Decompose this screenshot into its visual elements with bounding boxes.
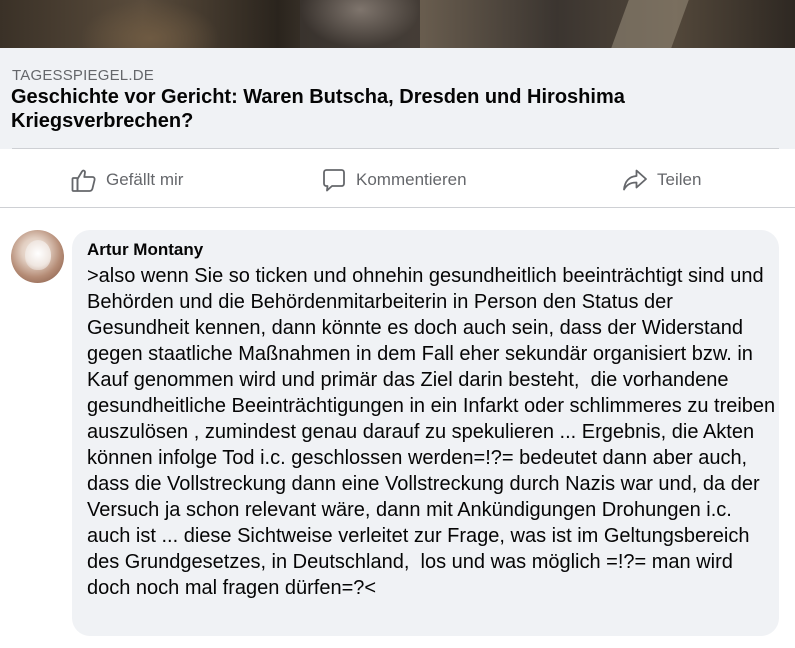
comment-button[interactable]: Kommentieren xyxy=(320,165,467,195)
comment-label: Kommentieren xyxy=(356,170,467,189)
post-action-bar: Gefällt mir Kommentieren Teilen xyxy=(0,149,795,208)
link-preview-image[interactable] xyxy=(0,0,795,48)
image-shade xyxy=(80,0,220,48)
thumbs-up-icon xyxy=(71,169,96,192)
share-button[interactable]: Teilen xyxy=(621,165,701,195)
avatar[interactable] xyxy=(11,230,64,283)
share-label: Teilen xyxy=(657,170,702,189)
speech-bubble-icon xyxy=(323,169,345,192)
image-shade xyxy=(300,0,420,48)
link-preview-card[interactable]: TAGESSPIEGEL.DE Geschichte vor Gericht: … xyxy=(0,48,795,149)
comment-text: >also wenn Sie so ticken und ohnehin ges… xyxy=(87,265,776,599)
share-arrow-icon xyxy=(623,169,647,191)
comment-author[interactable]: Artur Montany xyxy=(87,240,203,260)
avatar-photo xyxy=(25,240,51,270)
like-button[interactable]: Gefällt mir xyxy=(70,165,183,195)
link-title[interactable]: Geschichte vor Gericht: Waren Butscha, D… xyxy=(11,85,771,133)
image-shade xyxy=(611,0,689,48)
link-domain: TAGESSPIEGEL.DE xyxy=(12,67,154,84)
like-label: Gefällt mir xyxy=(106,170,184,189)
divider xyxy=(0,207,795,208)
